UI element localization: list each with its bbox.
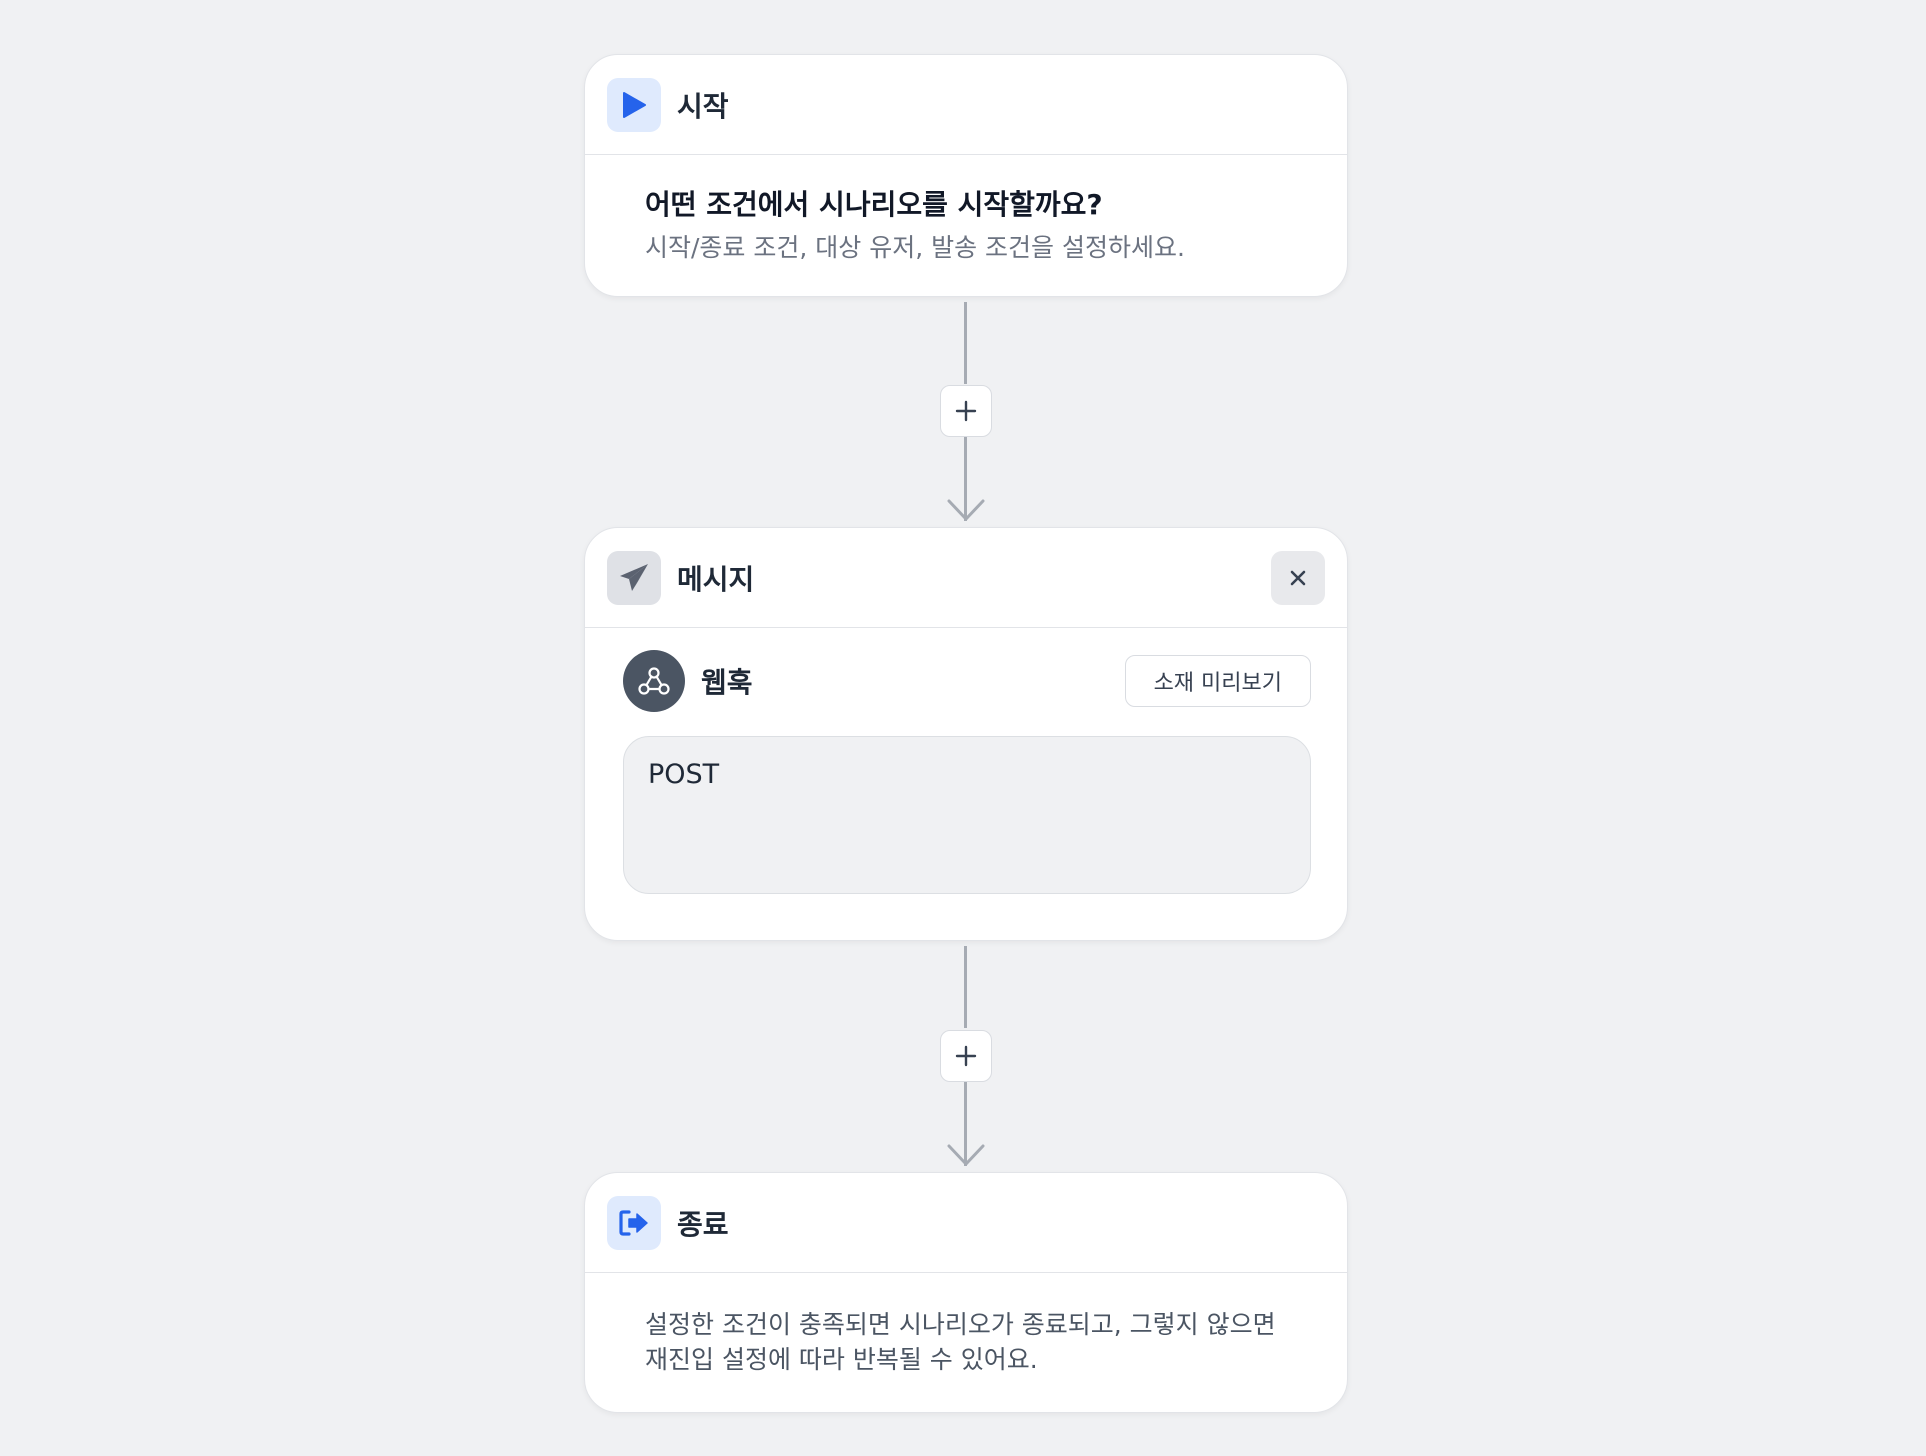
message-card-header: 메시지 bbox=[585, 528, 1347, 628]
sign-out-icon bbox=[607, 1195, 661, 1250]
add-step-button[interactable] bbox=[940, 1030, 992, 1082]
start-card[interactable]: 시작 어떤 조건에서 시나리오를 시작할까요? 시작/종료 조건, 대상 유저,… bbox=[584, 54, 1348, 297]
play-icon bbox=[607, 77, 661, 132]
arrow-down-icon bbox=[947, 1144, 985, 1166]
channel-label: 웹훅 bbox=[701, 666, 753, 699]
start-card-body: 어떤 조건에서 시나리오를 시작할까요? 시작/종료 조건, 대상 유저, 발송… bbox=[585, 155, 1347, 269]
plus-icon bbox=[955, 1045, 977, 1067]
end-description: 설정한 조건이 충족되면 시나리오가 종료되고, 그렇지 않으면 재진입 설정에… bbox=[645, 1273, 1287, 1377]
preview-content-button[interactable]: 소재 미리보기 bbox=[1124, 655, 1311, 707]
message-card[interactable]: 메시지 웹훅 소재 미리보기 POST bbox=[584, 527, 1348, 941]
plus-icon bbox=[955, 400, 977, 422]
webhook-icon bbox=[623, 650, 685, 712]
paper-plane-icon bbox=[607, 550, 661, 605]
message-title: 메시지 bbox=[677, 562, 755, 596]
channel-row: 웹훅 소재 미리보기 bbox=[623, 650, 1311, 712]
start-description: 시작/종료 조건, 대상 유저, 발송 조건을 설정하세요. bbox=[645, 233, 1185, 262]
close-icon bbox=[1290, 570, 1306, 586]
webhook-method-box[interactable]: POST bbox=[623, 736, 1311, 894]
end-description-line: 설정한 조건이 충족되면 시나리오가 종료되고, 그렇지 않으면 bbox=[645, 1310, 1276, 1339]
start-card-header: 시작 bbox=[585, 55, 1347, 155]
end-card-header: 종료 bbox=[585, 1173, 1347, 1273]
end-title: 종료 bbox=[677, 1207, 729, 1241]
start-question: 어떤 조건에서 시나리오를 시작할까요? bbox=[645, 188, 1103, 221]
add-step-button[interactable] bbox=[940, 385, 992, 437]
end-description-line: 재진입 설정에 따라 반복될 수 있어요. bbox=[645, 1345, 1038, 1374]
end-card-body: 설정한 조건이 충족되면 시나리오가 종료되고, 그렇지 않으면 재진입 설정에… bbox=[585, 1273, 1347, 1377]
connector-line bbox=[964, 946, 967, 1028]
webhook-method: POST bbox=[648, 759, 720, 790]
end-card[interactable]: 종료 설정한 조건이 충족되면 시나리오가 종료되고, 그렇지 않으면 재진입 … bbox=[584, 1172, 1348, 1413]
start-title: 시작 bbox=[677, 89, 729, 123]
connector-line bbox=[964, 302, 967, 384]
arrow-down-icon bbox=[947, 499, 985, 521]
close-button[interactable] bbox=[1271, 551, 1325, 605]
